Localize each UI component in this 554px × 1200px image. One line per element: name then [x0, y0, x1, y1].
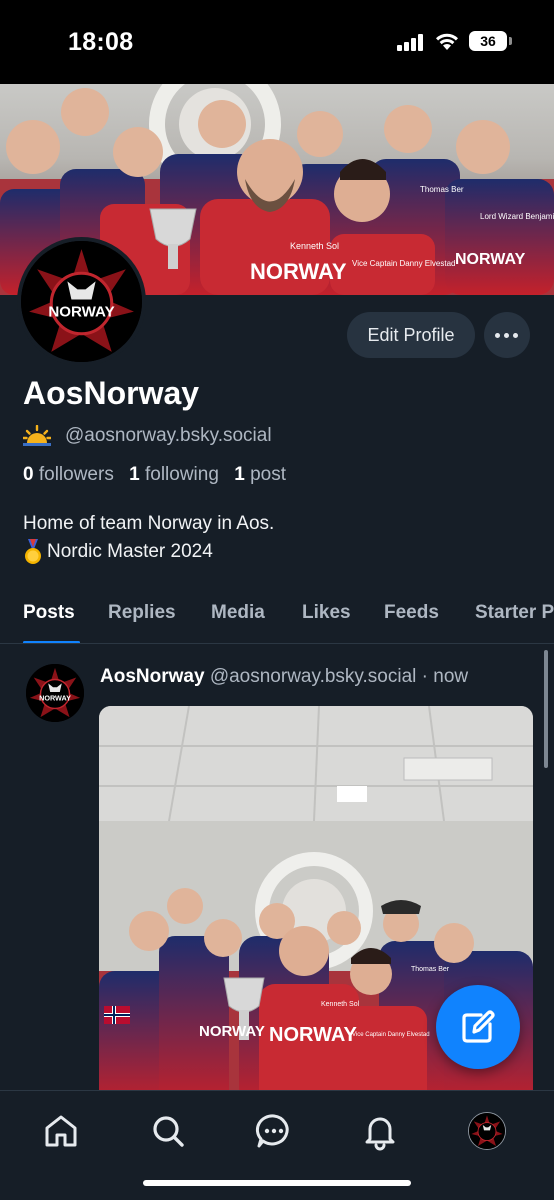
profile-stats: 0 followers 1 following 1 post — [23, 464, 286, 486]
more-options-button[interactable] — [484, 312, 530, 358]
svg-text:NORWAY: NORWAY — [269, 1024, 357, 1046]
wifi-icon — [436, 33, 458, 50]
signal-icon — [397, 33, 425, 51]
nav-profile-avatar[interactable] — [468, 1112, 506, 1150]
svg-text:Thomas Ber: Thomas Ber — [420, 185, 464, 194]
post-header: AosNorway @aosnorway.bsky.social · now — [100, 666, 468, 688]
followers-stat[interactable]: 0 followers — [23, 464, 114, 485]
bio-line: Nordic Master 2024 — [47, 541, 213, 562]
bell-icon[interactable] — [360, 1111, 400, 1151]
norway-logo: NORWAY — [26, 664, 84, 722]
posts-stat: 1 post — [234, 464, 286, 485]
bio-line: Home of team Norway in Aos. — [23, 513, 275, 534]
status-time: 18:08 — [68, 28, 134, 56]
chat-icon[interactable] — [254, 1111, 294, 1151]
active-tab-indicator — [23, 641, 80, 643]
norway-logo — [469, 1113, 505, 1149]
handle-row: @aosnorway.bsky.social — [23, 424, 272, 448]
profile-avatar[interactable]: NORWAY — [17, 237, 146, 366]
tab-feeds[interactable]: Feeds — [384, 602, 439, 624]
svg-text:Kenneth Sol: Kenneth Sol — [290, 241, 339, 251]
svg-text:NORWAY: NORWAY — [48, 304, 114, 321]
svg-text:Lord Wizard Benjamin Rodin: Lord Wizard Benjamin Rodin — [480, 212, 554, 221]
tab-starter-packs[interactable]: Starter Packs — [475, 602, 554, 624]
home-icon[interactable] — [41, 1111, 81, 1151]
following-stat[interactable]: 1 following — [129, 464, 219, 485]
compose-icon — [462, 1010, 495, 1043]
profile-tabs: Posts Replies Media Likes Feeds Starter … — [0, 586, 554, 644]
svg-text:NORWAY: NORWAY — [455, 251, 526, 268]
post-author-name[interactable]: AosNorway — [100, 666, 205, 687]
post-author-handle[interactable]: @aosnorway.bsky.social — [210, 666, 417, 687]
svg-text:NORWAY: NORWAY — [39, 693, 71, 702]
norway-logo: NORWAY — [21, 241, 142, 362]
post-author-avatar[interactable]: NORWAY — [26, 664, 84, 722]
battery-indicator: 36 — [469, 31, 507, 51]
post-time: · now — [421, 666, 469, 687]
status-bar: 18:08 36 — [0, 0, 554, 84]
svg-text:NORWAY: NORWAY — [199, 1023, 265, 1040]
tab-likes[interactable]: Likes — [302, 602, 351, 624]
home-indicator — [143, 1180, 411, 1186]
tab-replies[interactable]: Replies — [108, 602, 176, 624]
battery-tip — [509, 37, 512, 45]
tab-posts[interactable]: Posts — [23, 602, 75, 624]
scrollbar[interactable] — [544, 650, 548, 768]
tab-media[interactable]: Media — [211, 602, 265, 624]
compose-post-button[interactable] — [436, 985, 520, 1069]
svg-text:Kenneth Sol: Kenneth Sol — [321, 1001, 360, 1008]
profile-handle: @aosnorway.bsky.social — [65, 425, 272, 446]
jersey-text: NORWAY — [250, 259, 347, 284]
search-icon[interactable] — [148, 1111, 188, 1151]
gold-medal-icon — [25, 539, 41, 564]
profile-bio: Home of team Norway in Aos. Nordic Maste… — [23, 510, 274, 566]
edit-profile-button[interactable]: Edit Profile — [347, 312, 475, 358]
svg-text:Vice Captain Danny Elvestad: Vice Captain Danny Elvestad — [352, 259, 455, 268]
svg-text:Thomas Ber: Thomas Ber — [411, 966, 450, 973]
display-name: AosNorway — [23, 375, 200, 411]
svg-text:Vice Captain Danny Elvestad: Vice Captain Danny Elvestad — [352, 1032, 430, 1038]
sunrise-emoji-icon — [23, 425, 51, 446]
